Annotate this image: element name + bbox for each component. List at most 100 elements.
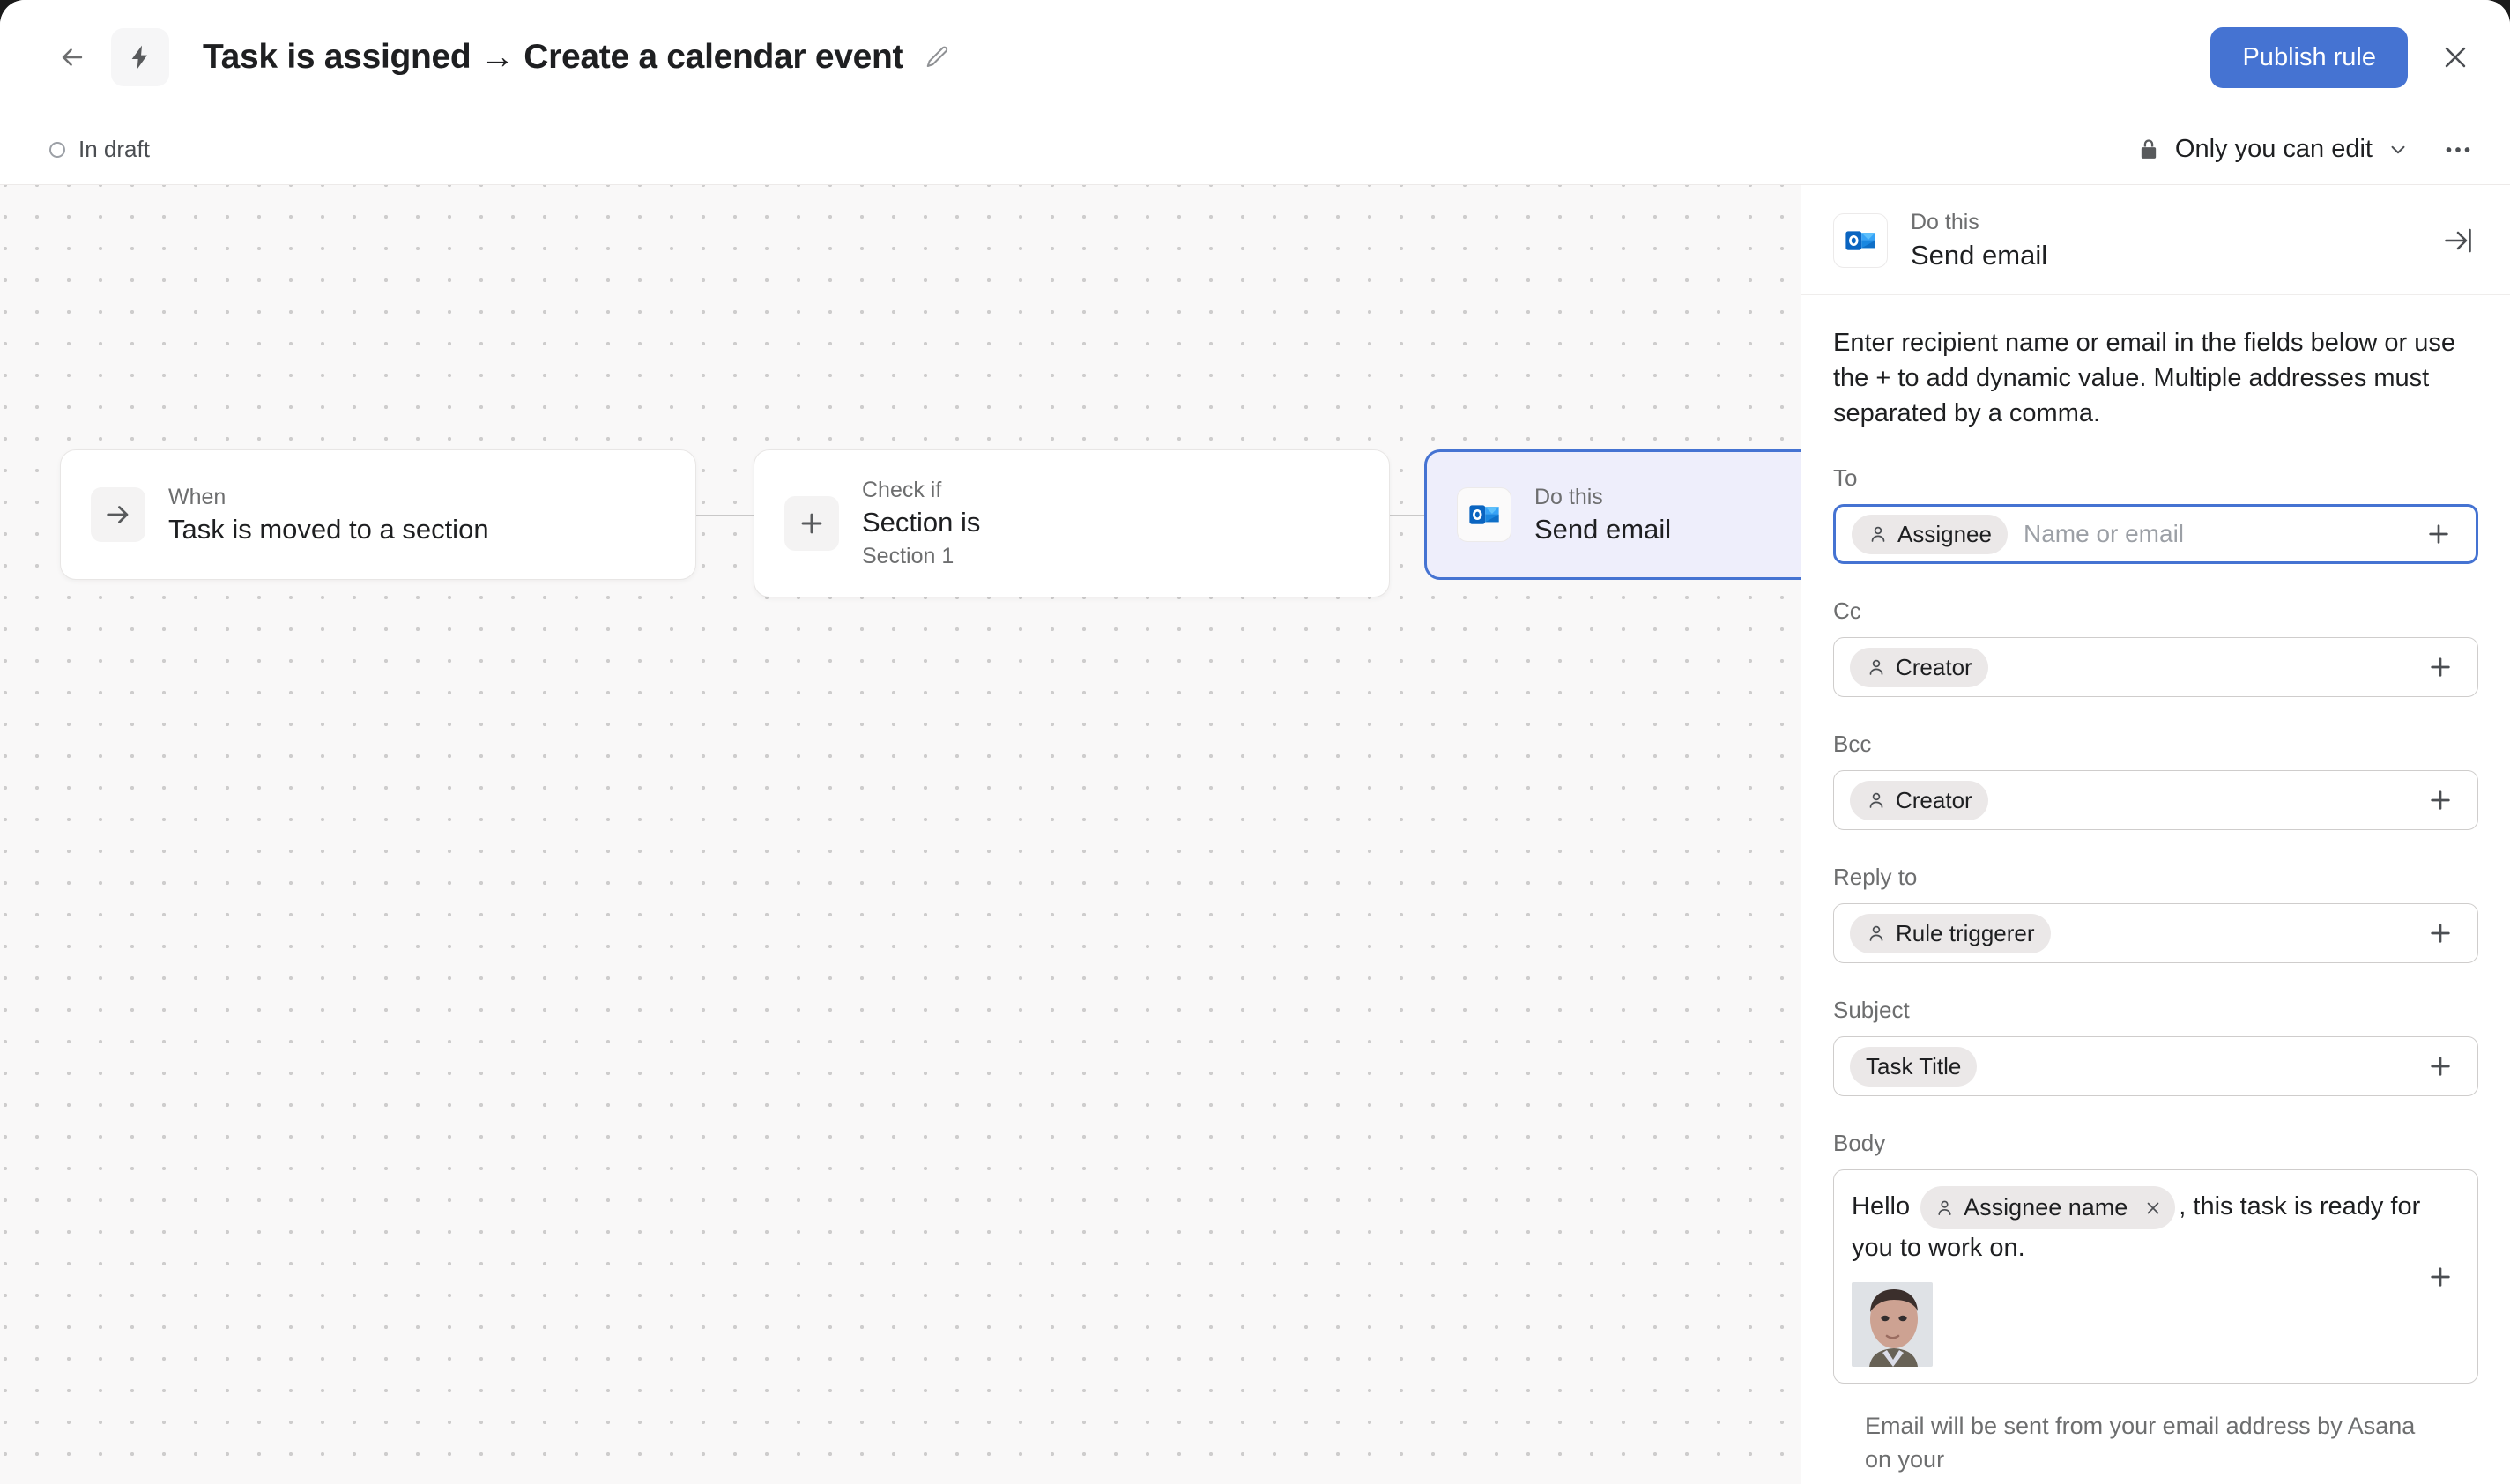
canvas-node-condition[interactable]: Check if Section is Section 1	[754, 449, 1390, 597]
recipient-bcc-field[interactable]: Creator	[1833, 770, 2478, 831]
body-attachment-photo[interactable]	[1852, 1282, 1933, 1368]
back-button[interactable]	[49, 34, 95, 80]
person-icon	[1866, 923, 1887, 944]
arrow-right-icon-box	[91, 487, 145, 542]
outlook-icon	[1469, 505, 1499, 524]
top-bar-actions: Publish rule	[2210, 26, 2478, 88]
recipient-to-placeholder: Name or email	[2023, 520, 2185, 548]
arrow-right-icon	[107, 506, 129, 523]
reply-to-field[interactable]: Rule triggerer	[1833, 903, 2478, 964]
ellipsis-horizontal-icon	[2446, 146, 2470, 152]
person-icon	[1868, 523, 1889, 545]
node-title: Section is	[862, 507, 981, 538]
chip-assignee-name[interactable]: Assignee name	[1920, 1186, 2176, 1230]
close-button[interactable]	[2432, 34, 2478, 80]
plus-icon	[2431, 1057, 2450, 1076]
outlook-icon-box	[1457, 487, 1511, 542]
connector-line-1	[692, 515, 754, 516]
rule-bolt-badge[interactable]	[111, 28, 169, 86]
plus-icon	[2431, 1266, 2450, 1287]
chevron-down-icon	[2391, 145, 2405, 153]
chip-label: Task Title	[1866, 1052, 1962, 1080]
connector-line-2	[1385, 515, 1426, 516]
canvas-node-trigger[interactable]: When Task is moved to a section	[60, 449, 696, 580]
canvas-node-trigger-text: When Task is moved to a section	[168, 485, 489, 545]
more-options-button[interactable]	[2438, 130, 2478, 170]
person-photo	[1852, 1282, 1933, 1368]
chip-label: Assignee	[1897, 520, 1992, 547]
close-icon	[2147, 1202, 2159, 1213]
panel-body: Enter recipient name or email in the fie…	[1801, 295, 2510, 1484]
person-icon	[1866, 657, 1887, 678]
status-bar-actions: Only you can edit	[2136, 130, 2478, 170]
panel-footer-note: Email will be sent from your email addre…	[1865, 1413, 2416, 1473]
field-label-to: To	[1833, 464, 1858, 492]
panel-header-text: Do this Send email	[1911, 210, 2047, 271]
chip-rule-triggerer[interactable]: Rule triggerer	[1850, 913, 2051, 953]
chip-label: Assignee name	[1964, 1194, 2128, 1221]
collapse-panel-button[interactable]	[2438, 220, 2478, 261]
panel-description: Enter recipient name or email in the fie…	[1833, 329, 2456, 428]
status-label: In draft	[78, 136, 150, 162]
permission-dropdown[interactable]: Only you can edit	[2136, 135, 2410, 164]
canvas-node-action-text: Do this Send email	[1534, 485, 1671, 545]
chip-label: Rule triggerer	[1896, 919, 2035, 946]
chip-creator[interactable]: Creator	[1850, 647, 1988, 687]
person-icon	[1934, 1198, 1955, 1218]
add-dynamic-value-cc-button[interactable]	[2423, 649, 2458, 685]
panel-header: Do this Send email	[1801, 185, 2510, 295]
chip-assignee[interactable]: Assignee	[1852, 514, 2008, 554]
field-label-reply-to: Reply to	[1833, 864, 1918, 891]
person-icon	[1866, 790, 1887, 811]
lock-icon	[2141, 138, 2157, 159]
node-kind-label: Do this	[1534, 484, 1603, 509]
subject-field[interactable]: Task Title	[1833, 1036, 2478, 1097]
circle-outline-icon	[49, 141, 65, 158]
plus-icon	[2429, 524, 2448, 544]
add-dynamic-value-subject-button[interactable]	[2423, 1049, 2458, 1084]
chip-creator[interactable]: Creator	[1850, 780, 1988, 820]
action-details-panel: Do this Send email Enter recipient name …	[1801, 185, 2510, 1484]
collapse-panel-right-icon	[2445, 228, 2471, 253]
body-text-before: Hello	[1852, 1192, 1911, 1221]
remove-chip-button[interactable]	[2143, 1198, 2163, 1218]
publish-rule-button[interactable]: Publish rule	[2210, 26, 2408, 88]
status-bar: In draft Only you can edit	[0, 115, 2510, 185]
permission-label: Only you can edit	[2174, 135, 2373, 163]
chip-label: Creator	[1896, 786, 1972, 813]
email-body-content: Hello Assignee name , this task is ready…	[1852, 1186, 2423, 1368]
edit-title-button[interactable]	[925, 44, 951, 70]
add-dynamic-value-bcc-button[interactable]	[2423, 783, 2458, 818]
automation-rule-window: Task is assigned → Create a calendar eve…	[0, 0, 2510, 1484]
panel-outlook-icon-box	[1833, 213, 1888, 268]
field-label-subject: Subject	[1833, 997, 1910, 1024]
recipient-to-field[interactable]: Assignee Name or email	[1833, 504, 2478, 565]
add-dynamic-value-body-button[interactable]	[2423, 1259, 2458, 1295]
add-dynamic-value-to-button[interactable]	[2421, 516, 2456, 552]
field-label-cc: Cc	[1833, 597, 1861, 625]
lightning-bolt-icon	[131, 45, 147, 70]
email-body-field[interactable]: Hello Assignee name , this task is ready…	[1833, 1169, 2478, 1384]
plus-icon	[2431, 924, 2450, 943]
plus-icon-box	[784, 496, 839, 551]
node-kind-label: When	[168, 484, 226, 509]
panel-kind-label: Do this	[1911, 210, 1979, 234]
node-title: Send email	[1534, 513, 1672, 545]
field-label-bcc: Bcc	[1833, 731, 1872, 758]
top-bar: Task is assigned → Create a calendar eve…	[0, 0, 2510, 115]
plus-icon	[801, 513, 822, 534]
chip-label: Creator	[1896, 653, 1972, 680]
node-subtitle: Section 1	[862, 544, 954, 568]
plus-icon	[2431, 790, 2450, 810]
status-badge[interactable]: In draft	[49, 136, 150, 163]
page-title: Task is assigned → Create a calendar eve…	[203, 38, 904, 76]
pencil-icon	[926, 46, 948, 67]
canvas-node-condition-text: Check if Section is Section 1	[862, 478, 980, 569]
field-label-body: Body	[1833, 1130, 1886, 1157]
recipient-cc-field[interactable]: Creator	[1833, 637, 2478, 698]
plus-icon	[2431, 657, 2450, 677]
chip-task-title[interactable]: Task Title	[1850, 1046, 1978, 1087]
outlook-icon	[1845, 231, 1875, 250]
add-dynamic-value-reply-to-button[interactable]	[2423, 916, 2458, 951]
node-title: Task is moved to a section	[168, 513, 489, 545]
